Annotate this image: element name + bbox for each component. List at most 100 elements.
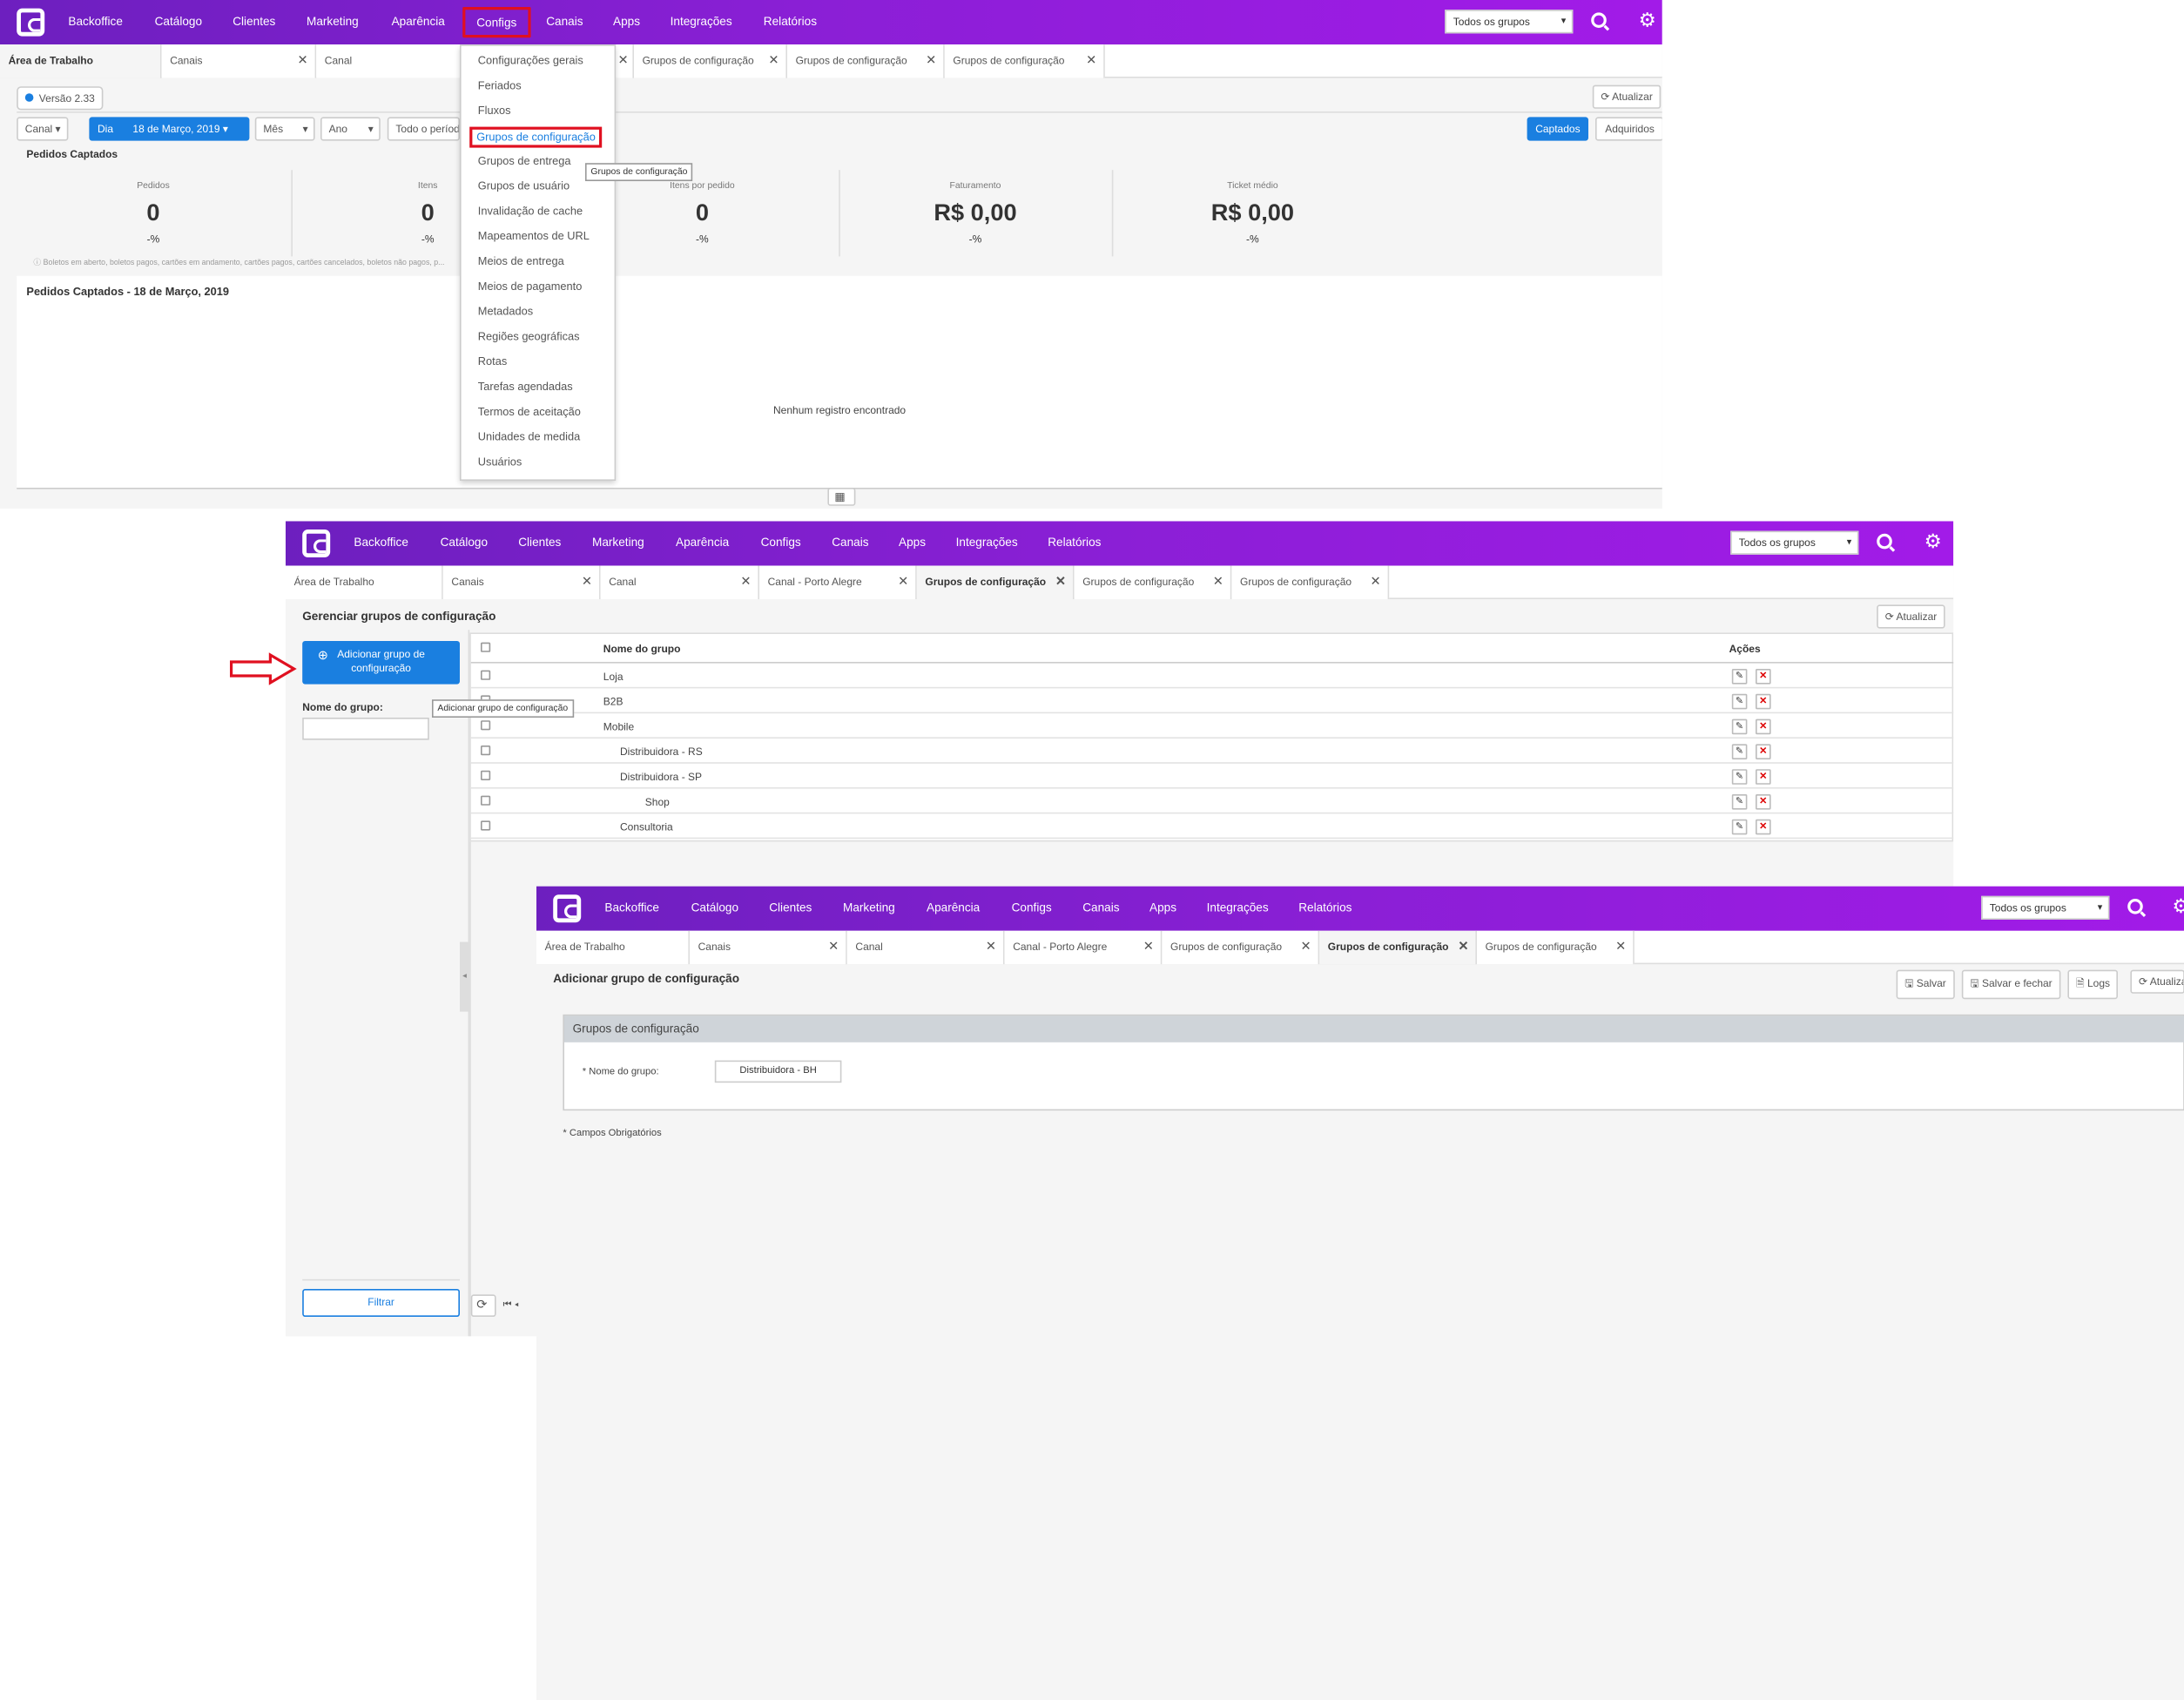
close-icon[interactable]: ✕ bbox=[1371, 574, 1381, 590]
group-select[interactable]: Todos os grupos bbox=[1730, 530, 1859, 555]
nav-configs[interactable]: Configs bbox=[1012, 901, 1052, 914]
year-filter[interactable]: Ano ▾ bbox=[320, 117, 381, 141]
nav-catalogo[interactable]: Catálogo bbox=[691, 901, 738, 914]
close-icon[interactable]: ✕ bbox=[1143, 939, 1154, 955]
menu-item-grupos-configuracao[interactable]: Grupos de configuração bbox=[469, 126, 603, 148]
close-icon[interactable]: ✕ bbox=[1055, 574, 1066, 590]
delete-icon[interactable]: ✕ bbox=[1756, 744, 1771, 759]
delete-icon[interactable]: ✕ bbox=[1756, 718, 1771, 735]
tab-canal-porto-alegre[interactable]: Canal - Porto Alegre ✕ bbox=[759, 565, 917, 599]
nav-catalogo[interactable]: Catálogo bbox=[441, 535, 488, 549]
nav-configs[interactable]: Configs bbox=[462, 7, 531, 38]
tab-area-de-trabalho[interactable]: Área de Trabalho bbox=[0, 44, 162, 78]
tab-grupos-config-3[interactable]: Grupos de configuração ✕ bbox=[944, 44, 1105, 78]
gear-icon[interactable]: ⚙ bbox=[1639, 10, 1656, 29]
tab-area-de-trabalho[interactable]: Área de Trabalho bbox=[536, 930, 690, 965]
edit-icon[interactable]: ✎ bbox=[1731, 819, 1748, 835]
tab-grupos-config-2[interactable]: Grupos de configuração ✕ bbox=[1319, 930, 1477, 965]
menu-item-meios-entrega[interactable]: Meios de entrega bbox=[478, 255, 564, 267]
delete-icon[interactable]: ✕ bbox=[1756, 769, 1771, 785]
close-icon[interactable]: ✕ bbox=[1615, 939, 1626, 955]
app-logo-icon[interactable] bbox=[553, 894, 582, 923]
canal-filter[interactable]: Canal ▾ bbox=[17, 117, 70, 141]
delete-icon[interactable]: ✕ bbox=[1756, 693, 1771, 710]
row-checkbox[interactable] bbox=[481, 720, 491, 731]
close-icon[interactable]: ✕ bbox=[582, 574, 592, 590]
search-icon[interactable] bbox=[1877, 533, 1892, 550]
toggle-adquiridos[interactable]: Adquiridos bbox=[1595, 117, 1662, 141]
refresh-button[interactable]: ⟳ Atualizar bbox=[1592, 84, 1662, 109]
gear-icon[interactable]: ⚙ bbox=[1924, 531, 1942, 550]
nav-configs[interactable]: Configs bbox=[761, 535, 801, 549]
menu-item-grupos-usuario[interactable]: Grupos de usuário bbox=[478, 179, 570, 192]
tab-grupos-config-3[interactable]: Grupos de configuração ✕ bbox=[1477, 930, 1635, 965]
toggle-captados[interactable]: Captados bbox=[1527, 117, 1589, 141]
close-icon[interactable]: ✕ bbox=[1086, 53, 1096, 69]
save-button[interactable]: 🖫 Salvar bbox=[1896, 969, 1955, 1000]
pager-first-icon[interactable]: ⏮ ◂ bbox=[503, 1300, 519, 1312]
tab-canais[interactable]: Canais ✕ bbox=[690, 930, 847, 965]
search-icon[interactable] bbox=[2127, 899, 2143, 914]
search-icon[interactable] bbox=[1591, 12, 1607, 28]
row-checkbox[interactable] bbox=[481, 820, 491, 831]
close-icon[interactable]: ✕ bbox=[298, 53, 308, 69]
nav-apps[interactable]: Apps bbox=[899, 535, 926, 549]
group-name-input[interactable] bbox=[302, 718, 429, 740]
save-close-button[interactable]: 🖫 Salvar e fechar bbox=[1961, 969, 2061, 1000]
nav-integracoes[interactable]: Integrações bbox=[671, 14, 732, 28]
menu-item-usuarios[interactable]: Usuários bbox=[478, 455, 522, 468]
menu-item-rotas[interactable]: Rotas bbox=[478, 355, 507, 368]
nav-catalogo[interactable]: Catálogo bbox=[155, 14, 202, 28]
nav-marketing[interactable]: Marketing bbox=[307, 14, 359, 28]
menu-item-configuracoes-gerais[interactable]: Configurações gerais bbox=[478, 54, 583, 66]
nav-relatorios[interactable]: Relatórios bbox=[1298, 901, 1352, 914]
tab-canal[interactable]: Canal ✕ bbox=[600, 565, 759, 599]
nav-relatorios[interactable]: Relatórios bbox=[764, 14, 817, 28]
close-icon[interactable]: ✕ bbox=[1301, 939, 1311, 955]
app-logo-icon[interactable] bbox=[302, 530, 331, 557]
reload-icon[interactable]: ⟳ bbox=[470, 1294, 496, 1317]
nav-integracoes[interactable]: Integrações bbox=[956, 535, 1018, 549]
nav-canais[interactable]: Canais bbox=[832, 535, 868, 549]
close-icon[interactable]: ✕ bbox=[768, 53, 779, 69]
nav-backoffice[interactable]: Backoffice bbox=[68, 14, 123, 28]
app-logo-icon[interactable] bbox=[17, 8, 45, 37]
table-icon[interactable]: ▦ bbox=[827, 488, 856, 506]
edit-icon[interactable]: ✎ bbox=[1731, 794, 1748, 810]
close-icon[interactable]: ✕ bbox=[898, 574, 908, 590]
nav-apps[interactable]: Apps bbox=[613, 14, 640, 28]
edit-icon[interactable]: ✎ bbox=[1731, 718, 1748, 735]
refresh-button[interactable]: ⟳ Atualizar bbox=[2130, 969, 2184, 994]
menu-item-invalidacao-cache[interactable]: Invalidação de cache bbox=[478, 205, 583, 217]
nav-marketing[interactable]: Marketing bbox=[843, 901, 895, 914]
tab-grupos-config-3[interactable]: Grupos de configuração ✕ bbox=[1231, 565, 1390, 599]
close-icon[interactable]: ✕ bbox=[1458, 939, 1468, 955]
add-group-button[interactable]: ⊕ Adicionar grupo de configuração bbox=[302, 641, 460, 685]
nav-backoffice[interactable]: Backoffice bbox=[354, 535, 408, 549]
row-checkbox[interactable] bbox=[481, 670, 491, 680]
edit-icon[interactable]: ✎ bbox=[1731, 669, 1748, 685]
menu-item-mapeamentos-url[interactable]: Mapeamentos de URL bbox=[478, 230, 590, 242]
nav-aparencia[interactable]: Aparência bbox=[927, 901, 980, 914]
close-icon[interactable]: ✕ bbox=[828, 939, 839, 955]
tab-grupos-config-1[interactable]: Grupos de configuração ✕ bbox=[634, 44, 787, 78]
group-select[interactable]: Todos os grupos bbox=[1445, 10, 1574, 34]
close-icon[interactable]: ✕ bbox=[986, 939, 996, 955]
nav-integracoes[interactable]: Integrações bbox=[1207, 901, 1269, 914]
edit-icon[interactable]: ✎ bbox=[1731, 744, 1748, 759]
tab-canal-porto-alegre[interactable]: Canal - Porto Alegre ✕ bbox=[1004, 930, 1163, 965]
nav-backoffice[interactable]: Backoffice bbox=[604, 901, 659, 914]
nav-clientes[interactable]: Clientes bbox=[233, 14, 275, 28]
edit-icon[interactable]: ✎ bbox=[1731, 693, 1748, 710]
tab-canal[interactable]: Canal bbox=[316, 44, 462, 78]
menu-item-feriados[interactable]: Feriados bbox=[478, 79, 522, 91]
tab-grupos-config-1[interactable]: Grupos de configuração ✕ bbox=[916, 565, 1075, 599]
menu-item-termos-aceitacao[interactable]: Termos de aceitação bbox=[478, 406, 581, 418]
edit-icon[interactable]: ✎ bbox=[1731, 769, 1748, 785]
tab-hidden[interactable]: ✕ bbox=[616, 44, 634, 78]
nav-marketing[interactable]: Marketing bbox=[592, 535, 644, 549]
row-checkbox[interactable] bbox=[481, 795, 491, 806]
menu-item-regioes-geograficas[interactable]: Regiões geográficas bbox=[478, 330, 580, 342]
period-filter[interactable]: Todo o período bbox=[387, 117, 460, 141]
delete-icon[interactable]: ✕ bbox=[1756, 669, 1771, 685]
